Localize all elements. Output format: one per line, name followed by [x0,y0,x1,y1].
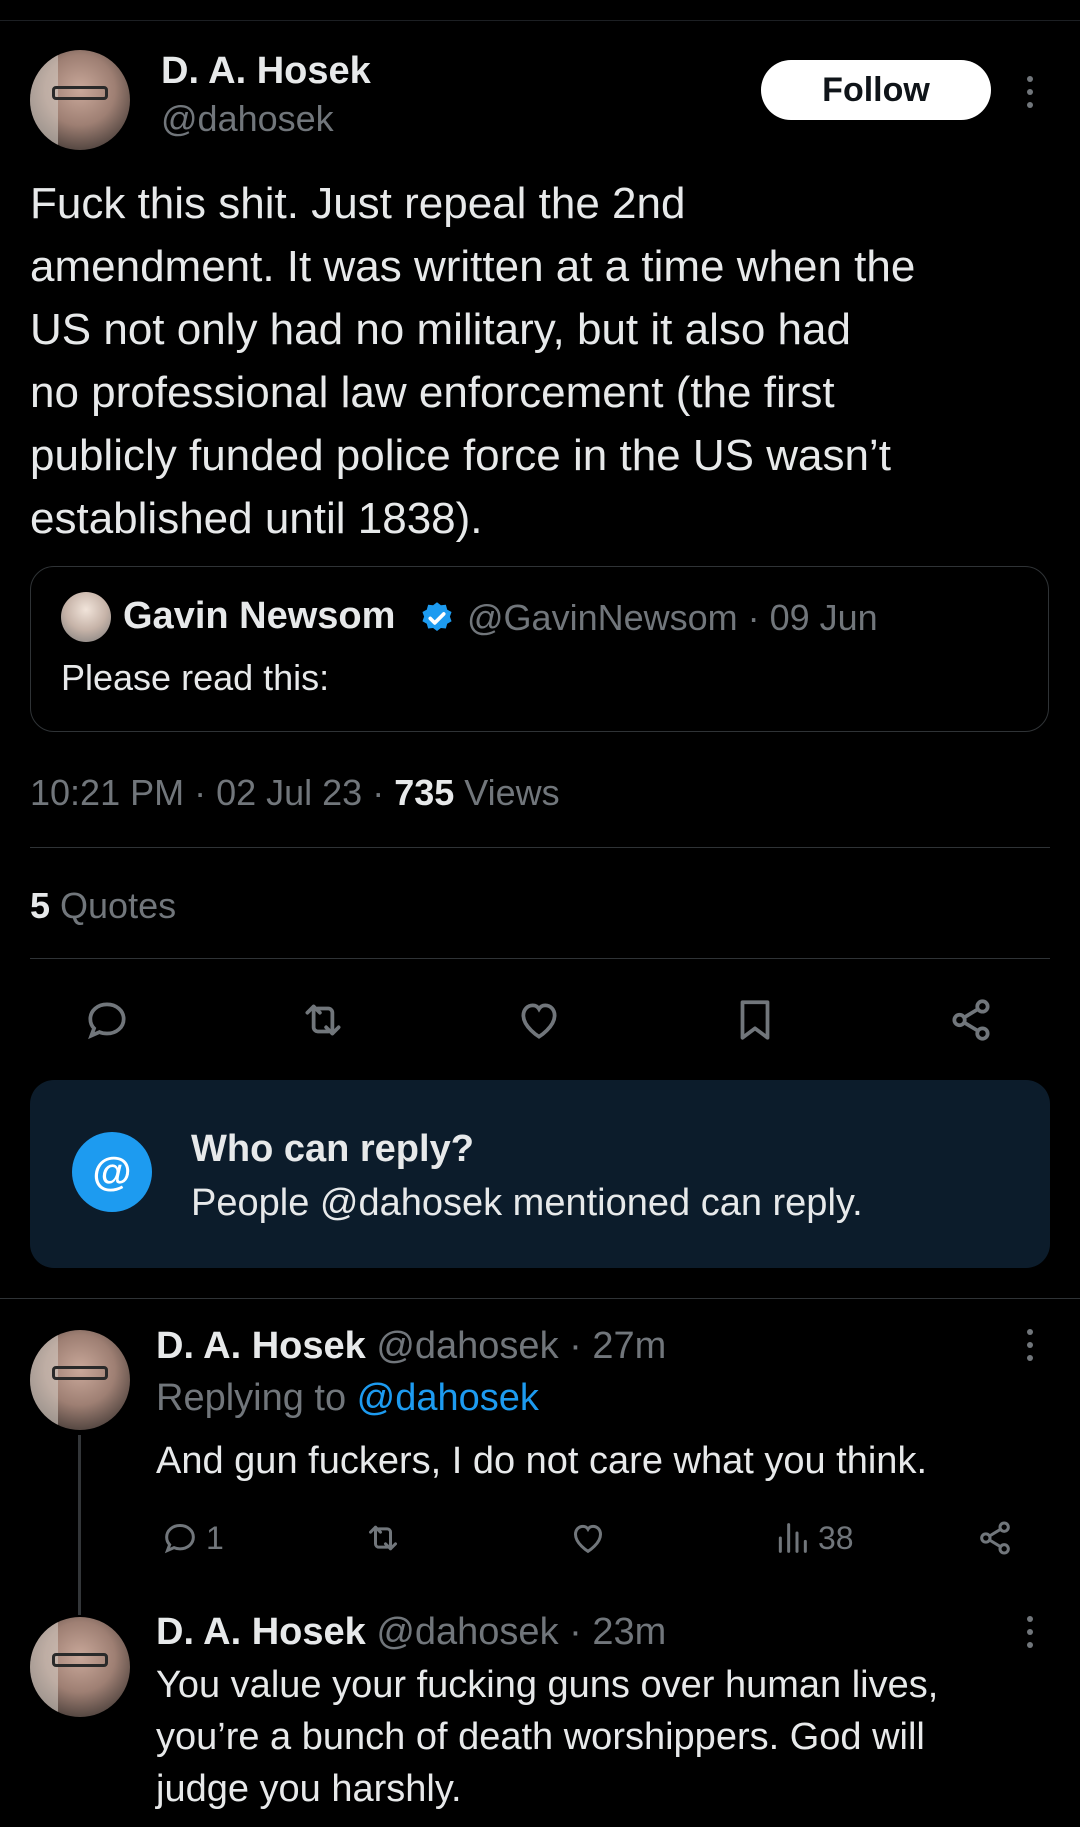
retweet-icon [305,1004,341,1036]
quotes-link[interactable]: 5 Quotes [30,885,176,927]
tweet-text: Fuck this shit. Just repeal the 2nd amen… [30,172,1060,550]
reply-button[interactable]: 1 [160,1513,224,1563]
thread-connector-line [78,1435,81,1615]
tweet-text-line: US not only had no military, but it also… [30,305,851,354]
reply-text: And gun fuckers, I do not care what you … [156,1440,928,1482]
tweet-text-line: Fuck this shit. Just repeal the 2nd [30,179,686,228]
reply-author-avatar[interactable] [30,1330,130,1430]
reply-text-line: judge you harshly. [156,1768,462,1810]
author-name[interactable]: D. A. Hosek [161,50,371,93]
top-divider [0,20,1080,21]
reply-handle-time: @dahosek · 23m [365,1611,667,1653]
tweet-text-line: amendment. It was written at a time when… [30,242,916,291]
like-button[interactable] [509,990,569,1050]
quoted-text: Please read this: [61,657,330,698]
quoted-author-avatar [61,592,111,642]
follow-button[interactable]: Follow [761,60,991,120]
replying-to-link[interactable]: @dahosek [357,1377,539,1419]
bookmark-button[interactable] [725,990,785,1050]
author-handle[interactable]: @dahosek [161,98,334,140]
bookmark-icon [740,1000,770,1040]
like-icon [573,1524,603,1554]
who-can-reply-text: People @dahosek mentioned can reply. [191,1182,863,1224]
like-button[interactable] [568,1513,608,1563]
share-button[interactable] [941,990,1001,1050]
share-icon [980,1521,1010,1555]
verified-badge-icon [422,602,452,632]
reply-count: 1 [206,1519,224,1556]
who-can-reply-title: Who can reply? [191,1128,474,1170]
mention-icon: @ [72,1132,152,1212]
quoted-tweet[interactable]: Gavin Newsom @GavinNewsom · 09 Jun Pleas… [30,566,1049,732]
quotes-label: Quotes [50,885,177,926]
views-label: Views [454,772,560,813]
quotes-count: 5 [30,885,51,926]
more-options-icon[interactable] [1020,72,1040,112]
replying-to-prefix: Replying to [156,1377,357,1419]
quoted-handle-date: @GavinNewsom · 09 Jun [467,597,878,638]
tweet-text-line: no professional law enforcement (the fir… [30,368,835,417]
views-count: 735 [394,772,455,813]
tweet-text-line: established until 1838). [30,494,483,543]
divider [30,847,1050,848]
reply-header: D. A. Hosek @dahosek · 27m [156,1320,666,1373]
reply-icon [88,1002,126,1040]
views-count: 38 [818,1519,854,1556]
reply-author-name[interactable]: D. A. Hosek [156,1325,366,1367]
tweet-text-line: publicly funded police force in the US w… [30,431,891,480]
reply-text-line: You value your fucking guns over human l… [156,1664,939,1706]
retweet-icon [369,1525,397,1551]
divider [30,958,1050,959]
views-icon [778,1523,807,1553]
share-icon [952,999,990,1041]
like-icon [521,1003,557,1039]
reply-header: D. A. Hosek @dahosek · 23m [156,1606,666,1659]
retweet-button[interactable] [363,1513,403,1563]
share-button[interactable] [975,1513,1015,1563]
replying-to: Replying to @dahosek [156,1377,539,1420]
reply-button[interactable] [77,990,137,1050]
quoted-author-name: Gavin Newsom [123,595,396,637]
who-can-reply-box: @ Who can reply? People @dahosek mention… [30,1080,1050,1268]
divider [0,1298,1080,1299]
reply-author-avatar[interactable] [30,1617,130,1717]
views-button[interactable]: 38 [772,1513,854,1563]
reply-author-name[interactable]: D. A. Hosek [156,1611,366,1653]
retweet-button[interactable] [293,990,353,1050]
reply-icon [164,1523,195,1554]
author-avatar[interactable] [30,50,130,150]
more-options-icon[interactable] [1020,1325,1040,1365]
reply-text-line: you’re a bunch of death worshippers. God… [156,1716,925,1758]
tweet-timestamp: 10:21 PM · 02 Jul 23 · [30,772,395,813]
reply-handle-time: @dahosek · 27m [365,1325,667,1367]
tweet-meta: 10:21 PM · 02 Jul 23 · 735 Views [30,772,560,814]
more-options-icon[interactable] [1020,1612,1040,1652]
